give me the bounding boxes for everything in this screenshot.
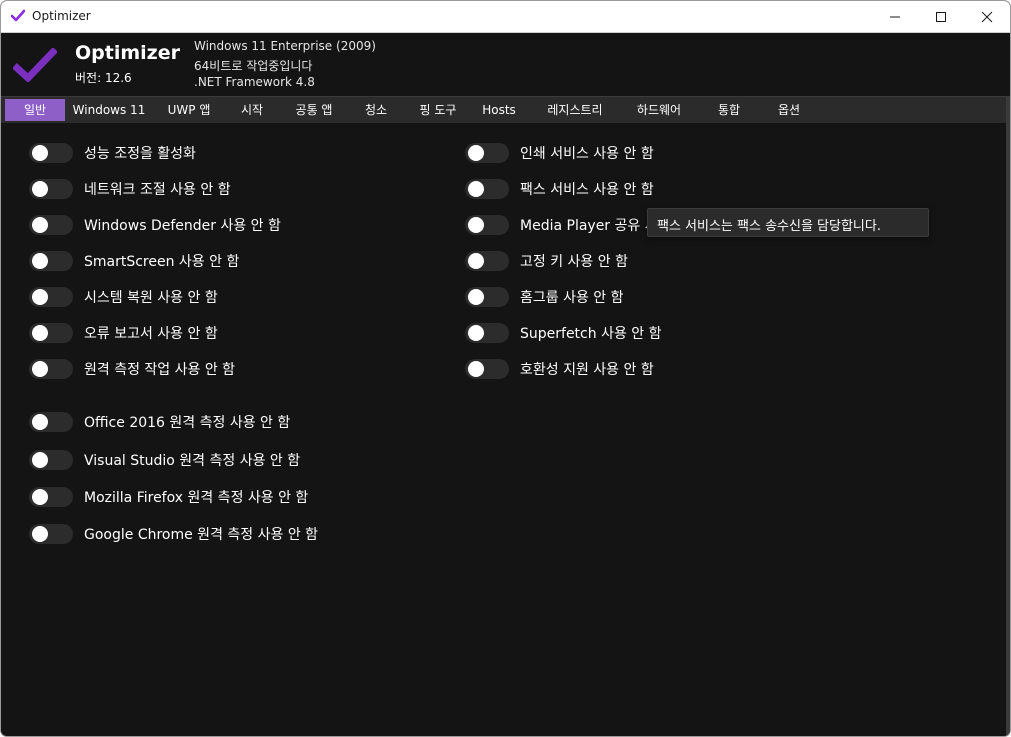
performance-tweaks-label: 성능 조정을 활성화 bbox=[84, 146, 196, 162]
firefox-telemetry-label: Mozilla Firefox 원격 측정 사용 안 함 bbox=[84, 490, 309, 506]
logo-check-icon bbox=[13, 48, 57, 82]
tab-bar: 일반 Windows 11 UWP 앱 시작 공통 앱 청소 핑 도구 Host… bbox=[1, 96, 1006, 123]
tooltip-text: 팩스 서비스는 팩스 송수신을 담당합니다. bbox=[657, 219, 881, 234]
switch-knob bbox=[468, 181, 484, 197]
architecture-info: 64비트로 작업중입니다 bbox=[194, 59, 313, 73]
tab-options[interactable]: 옵션 bbox=[765, 99, 813, 121]
switch-knob bbox=[32, 361, 48, 377]
maximize-icon bbox=[936, 11, 946, 22]
telemetry-tasks-switch[interactable] bbox=[29, 359, 73, 379]
performance-tweaks-switch[interactable] bbox=[29, 143, 73, 163]
homegroup-label: 홈그룹 사용 안 함 bbox=[520, 290, 624, 306]
tab-registry[interactable]: 레지스트리 bbox=[535, 99, 615, 121]
switch-knob bbox=[32, 325, 48, 341]
system-restore-label: 시스템 복원 사용 안 함 bbox=[84, 290, 218, 306]
switch-knob bbox=[468, 145, 484, 161]
switch-knob bbox=[468, 289, 484, 305]
smartscreen-switch[interactable] bbox=[29, 251, 73, 271]
superfetch-switch[interactable] bbox=[465, 323, 509, 343]
media-player-sharing-switch[interactable] bbox=[465, 215, 509, 235]
tab-common-apps[interactable]: 공통 앱 bbox=[283, 99, 345, 121]
dotnet-info: .NET Framework 4.8 bbox=[194, 75, 315, 89]
compatibility-assistant-switch[interactable] bbox=[465, 359, 509, 379]
media-player-sharing-label: Media Player 공유 사 bbox=[520, 218, 658, 234]
minimize-button[interactable] bbox=[872, 1, 918, 32]
switch-knob bbox=[32, 289, 48, 305]
os-info: Windows 11 Enterprise (2009) bbox=[194, 39, 376, 53]
system-restore-switch[interactable] bbox=[29, 287, 73, 307]
window-title: Optimizer bbox=[32, 9, 91, 23]
fax-service-label: 팩스 서비스 사용 안 함 bbox=[520, 182, 654, 198]
version-label: 버전: 12.6 bbox=[75, 71, 132, 85]
chrome-telemetry-label: Google Chrome 원격 측정 사용 안 함 bbox=[84, 527, 319, 543]
tab-integration[interactable]: 통합 bbox=[705, 99, 753, 121]
smartscreen-label: SmartScreen 사용 안 함 bbox=[84, 254, 240, 270]
switch-knob bbox=[468, 325, 484, 341]
tab-windows-11[interactable]: Windows 11 bbox=[69, 99, 149, 121]
windows-defender-label: Windows Defender 사용 안 함 bbox=[84, 218, 281, 234]
tab-cleanup[interactable]: 청소 bbox=[353, 99, 399, 121]
switch-knob bbox=[468, 217, 484, 233]
compatibility-assistant-label: 호환성 지원 사용 안 함 bbox=[520, 362, 654, 378]
network-throttling-switch[interactable] bbox=[29, 179, 73, 199]
sticky-keys-switch[interactable] bbox=[465, 251, 509, 271]
tab-ping-tool[interactable]: 핑 도구 bbox=[407, 99, 469, 121]
sticky-keys-label: 고정 키 사용 안 함 bbox=[520, 254, 628, 270]
telemetry-tasks-label: 원격 측정 작업 사용 안 함 bbox=[84, 362, 236, 378]
switch-knob bbox=[32, 452, 48, 468]
fax-service-switch[interactable] bbox=[465, 179, 509, 199]
network-throttling-label: 네트워크 조절 사용 안 함 bbox=[84, 182, 231, 198]
office-telemetry-label: Office 2016 원격 측정 사용 안 함 bbox=[84, 415, 291, 431]
title-bar[interactable]: Optimizer bbox=[1, 1, 1010, 33]
visual-studio-telemetry-switch[interactable] bbox=[29, 450, 73, 470]
switch-knob bbox=[32, 145, 48, 161]
print-service-label: 인쇄 서비스 사용 안 함 bbox=[520, 146, 654, 162]
tab-hosts[interactable]: Hosts bbox=[475, 99, 523, 121]
optimizer-check-icon bbox=[11, 9, 25, 22]
homegroup-switch[interactable] bbox=[465, 287, 509, 307]
tab-general[interactable]: 일반 bbox=[5, 99, 65, 121]
minimize-icon bbox=[890, 16, 900, 17]
switch-knob bbox=[32, 217, 48, 233]
error-reporting-label: 오류 보고서 사용 안 함 bbox=[84, 326, 218, 342]
close-icon bbox=[981, 11, 993, 22]
tab-startup[interactable]: 시작 bbox=[229, 99, 275, 121]
switch-knob bbox=[32, 489, 48, 505]
firefox-telemetry-switch[interactable] bbox=[29, 487, 73, 507]
switch-knob bbox=[468, 253, 484, 269]
tab-hardware[interactable]: 하드웨어 bbox=[625, 99, 693, 121]
switch-knob bbox=[468, 361, 484, 377]
close-button[interactable] bbox=[964, 1, 1010, 32]
windows-defender-switch[interactable] bbox=[29, 215, 73, 235]
switch-knob bbox=[32, 253, 48, 269]
visual-studio-telemetry-label: Visual Studio 원격 측정 사용 안 함 bbox=[84, 453, 301, 469]
app-name: Optimizer bbox=[75, 42, 180, 64]
error-reporting-switch[interactable] bbox=[29, 323, 73, 343]
switch-knob bbox=[32, 181, 48, 197]
tab-uwp-apps[interactable]: UWP 앱 bbox=[153, 99, 225, 121]
switch-knob bbox=[32, 526, 48, 542]
chrome-telemetry-switch[interactable] bbox=[29, 524, 73, 544]
vertical-scrollbar[interactable] bbox=[1006, 96, 1010, 736]
superfetch-label: Superfetch 사용 안 함 bbox=[520, 326, 662, 342]
app-window: Optimizer Optimizer 버전: 12.6 Windows 11 … bbox=[0, 0, 1011, 737]
maximize-button[interactable] bbox=[918, 1, 964, 32]
switch-knob bbox=[32, 414, 48, 430]
print-service-switch[interactable] bbox=[465, 143, 509, 163]
fax-service-tooltip: 팩스 서비스는 팩스 송수신을 담당합니다. bbox=[647, 208, 929, 237]
office-telemetry-switch[interactable] bbox=[29, 412, 73, 432]
